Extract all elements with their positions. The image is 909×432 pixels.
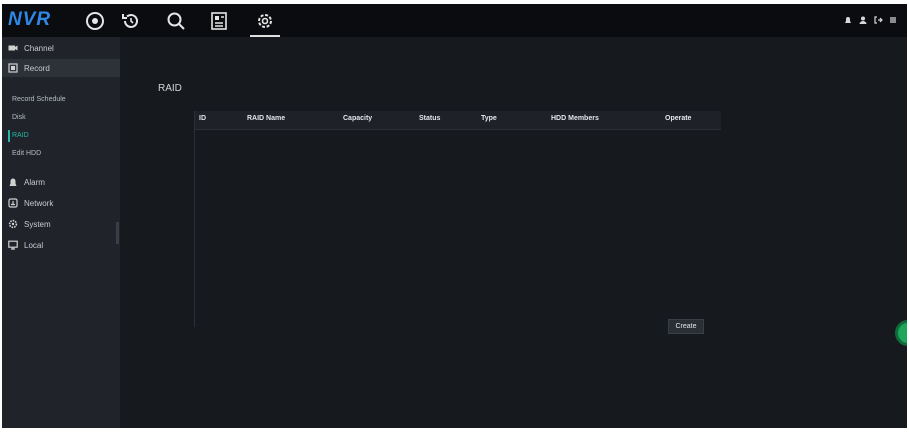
sidebar-item-alarm[interactable]: Alarm — [2, 173, 120, 191]
user-icon[interactable] — [858, 15, 867, 25]
column-header-type[interactable]: Type — [481, 115, 497, 122]
sidebar-item-label: Record — [24, 63, 50, 73]
menu-icon[interactable] — [888, 15, 897, 25]
sidebar-subitem-record-schedule[interactable]: Record Schedule — [2, 93, 120, 107]
network-icon — [8, 198, 18, 208]
top-bar: NVR — [2, 4, 907, 37]
playback-icon[interactable] — [120, 10, 142, 32]
sidebar-item-system[interactable]: System — [2, 215, 120, 233]
camera-icon — [8, 43, 18, 53]
main-content: RAID ID RAID Name Capacity Status Type H… — [120, 37, 907, 428]
sidebar-item-network[interactable]: Network — [2, 194, 120, 212]
column-header-operate[interactable]: Operate — [665, 115, 691, 122]
raid-table: ID RAID Name Capacity Status Type HDD Me… — [194, 111, 721, 327]
column-header-capacity[interactable]: Capacity — [343, 115, 372, 122]
sidebar-item-local[interactable]: Local — [2, 236, 120, 254]
column-header-id[interactable]: ID — [199, 115, 206, 122]
sidebar-item-label: System — [24, 219, 51, 229]
system-gear-icon — [8, 219, 18, 229]
search-icon[interactable] — [165, 10, 187, 32]
live-view-icon[interactable] — [84, 10, 106, 32]
ai-analytics-icon[interactable] — [208, 10, 230, 32]
floating-assist-button[interactable] — [895, 320, 907, 346]
monitor-icon — [8, 240, 18, 250]
column-header-status[interactable]: Status — [419, 115, 440, 122]
alarm-icon — [8, 177, 18, 187]
column-header-hdd-members[interactable]: HDD Members — [551, 115, 599, 122]
sidebar-subitem-disk[interactable]: Disk — [2, 111, 120, 125]
sidebar-item-label: Local — [24, 240, 44, 250]
logout-icon[interactable] — [873, 15, 883, 25]
sidebar-subitem-edit-hdd[interactable]: Edit HDD — [2, 147, 120, 161]
nvr-app-window: NVR Channel Record Record Schedule Disk … — [2, 4, 907, 428]
column-header-raid-name[interactable]: RAID Name — [247, 115, 285, 122]
record-icon — [8, 63, 18, 73]
page-title: RAID — [158, 83, 182, 94]
sidebar-collapse-handle[interactable] — [116, 222, 119, 244]
sidebar-item-label: Network — [24, 198, 54, 208]
sidebar-item-record[interactable]: Record — [2, 59, 120, 77]
top-right-tools — [843, 15, 897, 25]
alarm-icon[interactable] — [843, 15, 852, 25]
sidebar-item-channel[interactable]: Channel — [2, 39, 120, 57]
create-raid-button[interactable]: Create — [668, 319, 704, 334]
table-header: ID RAID Name Capacity Status Type HDD Me… — [195, 111, 721, 130]
sidebar-item-label: Alarm — [24, 177, 45, 187]
sidebar-item-label: Channel — [24, 43, 54, 53]
sidebar-subitem-raid[interactable]: RAID — [2, 129, 120, 143]
nvr-logo: NVR — [8, 9, 52, 30]
sidebar: Channel Record Record Schedule Disk RAID… — [2, 37, 120, 428]
settings-icon[interactable] — [250, 10, 280, 37]
